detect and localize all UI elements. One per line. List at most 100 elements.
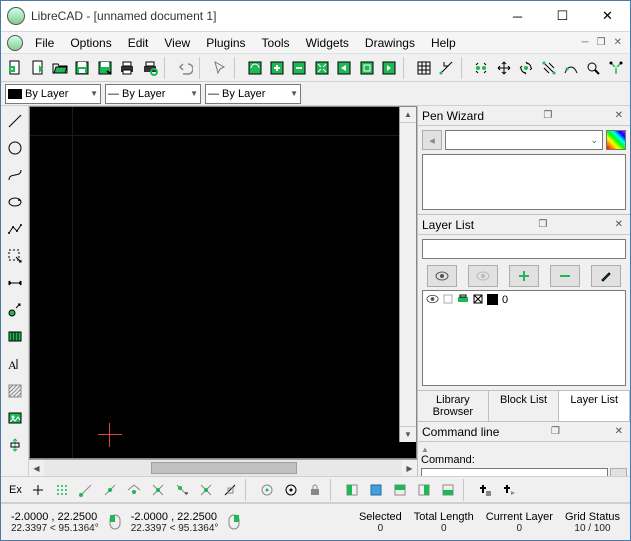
isoview-2-button[interactable]	[364, 478, 388, 502]
print-preview-button[interactable]	[138, 56, 160, 80]
isoview-3-button[interactable]	[388, 478, 412, 502]
print-icon[interactable]	[457, 294, 469, 304]
mdi-logo-icon[interactable]	[7, 35, 23, 51]
snap-dist-button[interactable]	[170, 478, 194, 502]
tool-hatch[interactable]	[3, 379, 27, 402]
isoview-1-button[interactable]	[340, 478, 364, 502]
tool-modify[interactable]	[3, 298, 27, 321]
tool-image[interactable]	[3, 406, 27, 429]
layer-add-button[interactable]	[509, 265, 539, 287]
layer-edit-button[interactable]	[591, 265, 621, 287]
modify-mirror-button[interactable]	[560, 56, 582, 80]
tool-circle[interactable]	[3, 136, 27, 159]
layer-name[interactable]: 0	[502, 294, 508, 306]
scroll-left-icon[interactable]: ◀	[29, 460, 44, 476]
print-button[interactable]	[116, 56, 138, 80]
color-picker-icon[interactable]	[606, 130, 626, 150]
tool-dimension[interactable]	[3, 271, 27, 294]
snap-inter-button[interactable]	[194, 478, 218, 502]
zoom-in-button[interactable]	[266, 56, 288, 80]
menu-file[interactable]: File	[27, 34, 62, 52]
undo-button[interactable]	[173, 56, 195, 80]
menu-edit[interactable]: Edit	[120, 34, 157, 52]
isoview-5-button[interactable]	[436, 478, 460, 502]
snap-ex-label[interactable]: Ex	[5, 484, 26, 496]
mdi-restore-button[interactable]: ❐	[595, 37, 608, 48]
pen-width-combo[interactable]: — By Layer▼	[105, 84, 201, 104]
tool-polyline[interactable]	[3, 217, 27, 240]
zoom-redraw-button[interactable]	[243, 56, 265, 80]
layer-hideall-button[interactable]	[468, 265, 498, 287]
zoom-prev-button[interactable]	[333, 56, 355, 80]
menu-widgets[interactable]: Widgets	[298, 34, 357, 52]
tool-info[interactable]	[3, 325, 27, 348]
close-panel-icon[interactable]: ✕	[612, 110, 626, 121]
maximize-button[interactable]: ☐	[540, 2, 585, 31]
tool-block[interactable]	[3, 433, 27, 456]
horizontal-scrollbar[interactable]: ◀ ▶	[29, 459, 417, 476]
hscroll-thumb[interactable]	[151, 462, 296, 474]
close-panel-icon[interactable]: ✕	[612, 219, 626, 230]
grid-toggle-button[interactable]	[413, 56, 435, 80]
draft-mode-button[interactable]	[435, 56, 457, 80]
layer-color-swatch[interactable]	[487, 294, 498, 305]
snap-free-button[interactable]	[26, 478, 50, 502]
menu-view[interactable]: View	[156, 34, 198, 52]
restrict-ortho-button[interactable]	[218, 478, 242, 502]
menu-drawings[interactable]: Drawings	[357, 34, 423, 52]
restrict-none-button[interactable]	[255, 478, 279, 502]
close-panel-icon[interactable]: ✕	[612, 426, 626, 437]
construct-icon[interactable]	[473, 294, 483, 304]
tool-text[interactable]: A	[3, 352, 27, 375]
close-button[interactable]: ✕	[585, 2, 630, 31]
menu-options[interactable]: Options	[62, 34, 119, 52]
minimize-button[interactable]: ─	[495, 2, 540, 31]
menu-help[interactable]: Help	[423, 34, 464, 52]
snap-entity-button[interactable]	[98, 478, 122, 502]
block-add-button[interactable]	[473, 478, 497, 502]
modify-rotate-button[interactable]	[515, 56, 537, 80]
scroll-right-icon[interactable]: ▶	[402, 460, 417, 476]
layer-list[interactable]: 0	[422, 290, 626, 386]
undock-icon[interactable]: ❐	[540, 110, 555, 121]
snap-center-button[interactable]	[122, 478, 146, 502]
snap-endpoint-button[interactable]	[74, 478, 98, 502]
tab-library[interactable]: Library Browser	[418, 391, 489, 421]
save-button[interactable]	[71, 56, 93, 80]
snap-middle-button[interactable]	[146, 478, 170, 502]
new-template-button[interactable]	[26, 56, 48, 80]
tool-line[interactable]	[3, 109, 27, 132]
freeze-icon[interactable]	[443, 294, 453, 304]
tab-blocklist[interactable]: Block List	[489, 391, 560, 421]
new-button[interactable]	[4, 56, 26, 80]
modify-trim-button[interactable]	[582, 56, 604, 80]
relative-zero-button[interactable]	[279, 478, 303, 502]
modify-props-button[interactable]	[470, 56, 492, 80]
menu-plugins[interactable]: Plugins	[198, 34, 253, 52]
menu-tools[interactable]: Tools	[254, 34, 298, 52]
modify-move-button[interactable]	[493, 56, 515, 80]
block-save-button[interactable]	[497, 478, 521, 502]
zoom-out-button[interactable]	[288, 56, 310, 80]
modify-scale-button[interactable]	[537, 56, 559, 80]
pen-wizard-prev-button[interactable]: ◂	[422, 130, 442, 150]
tab-layerlist[interactable]: Layer List	[559, 391, 630, 421]
isoview-4-button[interactable]	[412, 478, 436, 502]
pen-wizard-combo[interactable]: ⌄	[445, 130, 603, 150]
pen-type-combo[interactable]: — By Layer▼	[205, 84, 301, 104]
undock-icon[interactable]: ❐	[548, 426, 563, 437]
tool-select[interactable]	[3, 244, 27, 267]
layer-remove-button[interactable]	[550, 265, 580, 287]
zoom-pan-button[interactable]	[378, 56, 400, 80]
layer-showall-button[interactable]	[427, 265, 457, 287]
hscroll-track[interactable]	[44, 460, 402, 476]
mdi-minimize-button[interactable]: ─	[580, 37, 591, 48]
cmd-dropdown-icon[interactable]: ▲	[421, 445, 429, 454]
open-button[interactable]	[49, 56, 71, 80]
zoom-window-button[interactable]	[355, 56, 377, 80]
scroll-down-icon[interactable]: ▼	[400, 426, 416, 442]
scroll-up-icon[interactable]: ▲	[400, 107, 416, 123]
cursor-button[interactable]	[208, 56, 230, 80]
lock-relative-button[interactable]	[303, 478, 327, 502]
zoom-auto-button[interactable]	[311, 56, 333, 80]
